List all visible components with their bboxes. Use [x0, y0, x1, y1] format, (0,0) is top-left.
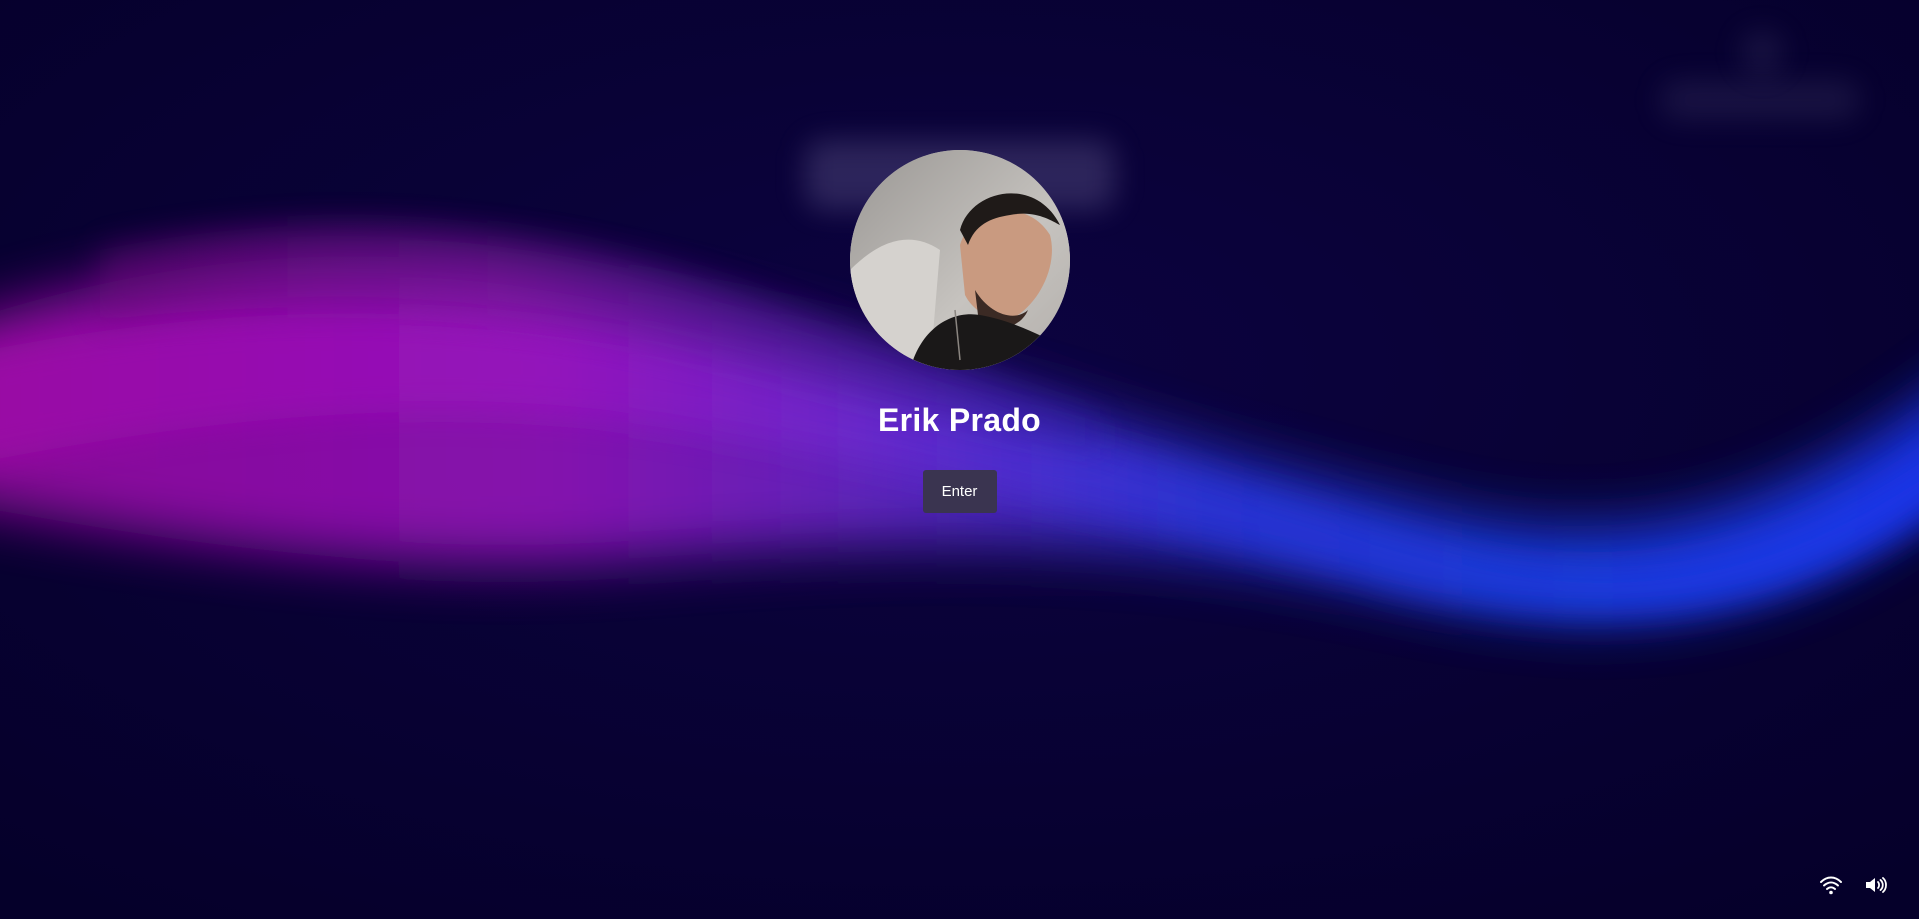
login-panel: Erik Prado Enter [0, 150, 1919, 513]
lock-screen: Erik Prado Enter [0, 0, 1919, 919]
volume-icon[interactable] [1863, 873, 1887, 897]
system-tray [1819, 873, 1887, 897]
blurred-icon [1740, 30, 1784, 74]
user-avatar [849, 150, 1070, 370]
wifi-icon[interactable] [1819, 873, 1843, 897]
user-name: Erik Prado [877, 402, 1042, 438]
user-photo-icon [849, 150, 1070, 370]
blurred-date [1660, 80, 1860, 120]
enter-button[interactable]: Enter [922, 470, 997, 513]
